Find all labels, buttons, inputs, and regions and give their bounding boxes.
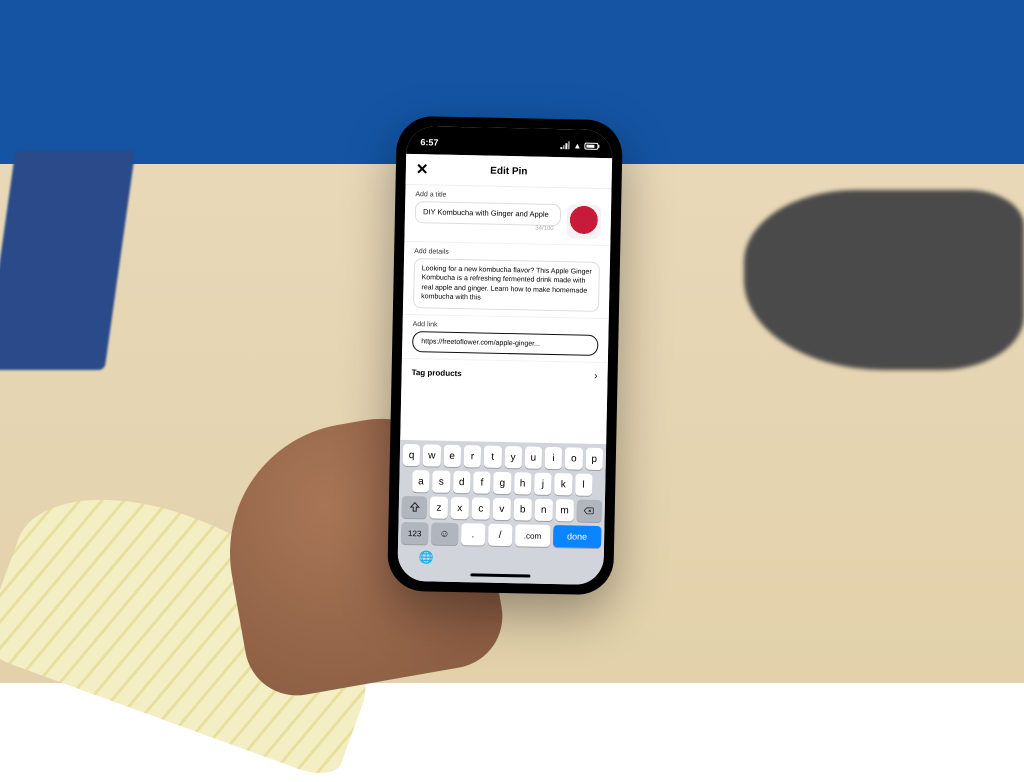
emoji-key[interactable]: ☺ — [431, 522, 458, 545]
key-t[interactable]: t — [484, 446, 502, 468]
modal-header: ✕ Edit Pin — [406, 154, 613, 189]
blue-stand-prop — [0, 150, 135, 370]
key-l[interactable]: l — [575, 473, 593, 495]
key-a[interactable]: a — [412, 470, 430, 492]
key-v[interactable]: v — [493, 498, 511, 520]
emoji-icon: ☺ — [439, 528, 449, 539]
key-r[interactable]: r — [464, 445, 482, 467]
title-section: Add a title DIY Kombucha with Ginger and… — [404, 185, 611, 246]
details-label: Add details — [414, 248, 600, 259]
keyboard-toolbar: 🌐 — [401, 548, 601, 568]
slash-key[interactable]: / — [488, 524, 513, 547]
details-input-text: Looking for a new kombucha flavor? This … — [421, 265, 592, 302]
backspace-icon — [583, 505, 595, 517]
keyboard-row-2: a s d f g h j k l — [402, 470, 602, 496]
numbers-key[interactable]: 123 — [401, 522, 428, 545]
key-m[interactable]: m — [555, 499, 573, 521]
wifi-icon: ▲ — [573, 141, 581, 150]
key-n[interactable]: n — [534, 499, 552, 521]
key-k[interactable]: k — [554, 473, 572, 495]
key-p[interactable]: p — [585, 448, 603, 470]
key-b[interactable]: b — [514, 498, 532, 520]
status-time: 6:57 — [420, 137, 438, 147]
tag-products-row[interactable]: Tag products › — [401, 359, 608, 390]
tag-products-label: Tag products — [412, 368, 462, 378]
headphones-prop — [744, 190, 1024, 370]
key-s[interactable]: s — [432, 471, 450, 493]
ios-keyboard: q w e r t y u i o p a s d f g h — [397, 440, 606, 585]
iphone-notch — [464, 127, 554, 147]
dotcom-key[interactable]: .com — [515, 524, 550, 547]
shift-icon — [408, 501, 420, 513]
key-h[interactable]: h — [514, 472, 532, 494]
shift-key[interactable] — [402, 496, 428, 519]
phone-screen: 6:57 ▲ ✕ Edit Pin Add a title DIY Kombu — [397, 126, 612, 585]
key-y[interactable]: y — [504, 446, 522, 468]
keyboard-row-4: 123 ☺ . / .com done — [401, 522, 601, 548]
key-i[interactable]: i — [545, 447, 563, 469]
pin-thumbnail[interactable] — [566, 204, 601, 239]
link-input-text: https://freetoflower.com/apple-ginger... — [421, 338, 540, 347]
key-g[interactable]: g — [493, 472, 511, 494]
key-o[interactable]: o — [565, 447, 583, 469]
title-char-count: 34/100 — [535, 226, 554, 234]
globe-icon[interactable]: 🌐 — [419, 550, 434, 564]
key-x[interactable]: x — [451, 497, 469, 519]
home-indicator[interactable] — [470, 573, 530, 577]
period-key[interactable]: . — [461, 523, 486, 546]
key-w[interactable]: w — [423, 444, 441, 466]
modal-title: Edit Pin — [416, 164, 602, 179]
done-key[interactable]: done — [553, 525, 602, 548]
battery-icon — [584, 142, 598, 149]
key-q[interactable]: q — [403, 444, 421, 466]
keyboard-row-3: z x c v b n m — [402, 496, 602, 522]
keyboard-row-1: q w e r t y u i o p — [403, 444, 603, 470]
key-z[interactable]: z — [430, 496, 448, 518]
title-label: Add a title — [415, 191, 601, 202]
key-f[interactable]: f — [473, 471, 491, 493]
iphone-frame: 6:57 ▲ ✕ Edit Pin Add a title DIY Kombu — [387, 116, 623, 596]
link-section: Add link https://freetoflower.com/apple-… — [402, 315, 609, 363]
link-label: Add link — [413, 321, 599, 332]
key-j[interactable]: j — [534, 473, 552, 495]
backspace-key[interactable] — [576, 500, 602, 523]
cellular-signal-icon — [560, 141, 570, 149]
key-d[interactable]: d — [453, 471, 471, 493]
chevron-right-icon: › — [594, 371, 598, 382]
key-u[interactable]: u — [524, 446, 542, 468]
link-input[interactable]: https://freetoflower.com/apple-ginger... — [412, 331, 598, 356]
photo-background: 6:57 ▲ ✕ Edit Pin Add a title DIY Kombu — [0, 0, 1024, 683]
title-input-text: DIY Kombucha with Ginger and Apple — [423, 207, 549, 219]
key-e[interactable]: e — [443, 445, 461, 467]
key-c[interactable]: c — [472, 497, 490, 519]
details-input[interactable]: Looking for a new kombucha flavor? This … — [413, 258, 600, 312]
details-section: Add details Looking for a new kombucha f… — [403, 242, 610, 319]
title-input[interactable]: DIY Kombucha with Ginger and Apple 34/10… — [415, 201, 561, 226]
status-icons: ▲ — [560, 141, 598, 151]
edit-pin-modal: ✕ Edit Pin Add a title DIY Kombucha with… — [400, 154, 612, 444]
